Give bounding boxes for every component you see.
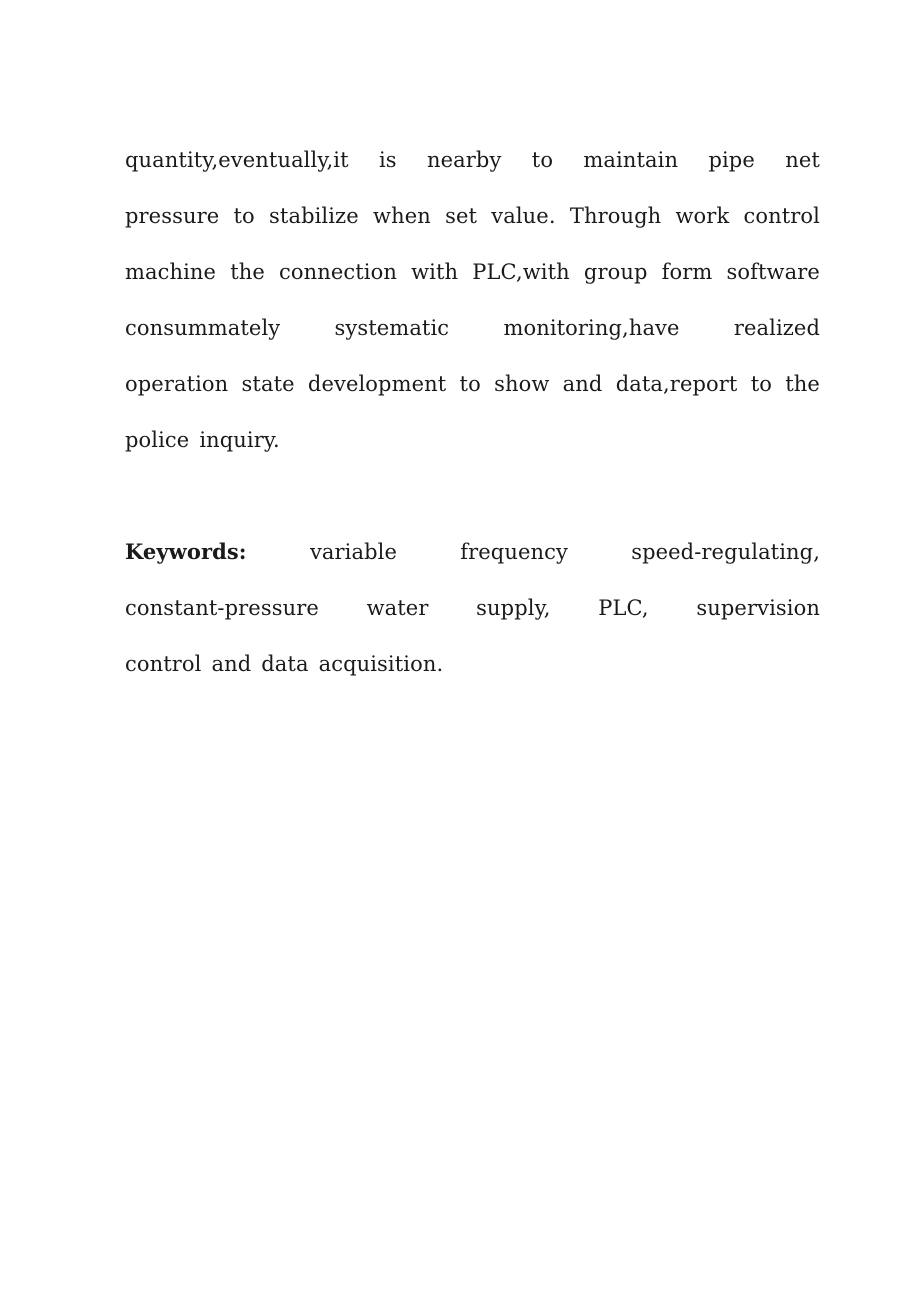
- text-word: frequency: [460, 540, 568, 564]
- text-word: PLC,: [598, 596, 649, 620]
- text-word: to: [531, 148, 554, 172]
- text-word: value.: [491, 204, 556, 228]
- text-word: acquisition.: [318, 652, 444, 676]
- document-page: quantity,eventually,it is nearby to maintain…: [0, 0, 920, 1300]
- text-word: work: [675, 204, 730, 228]
- text-word: is: [378, 148, 397, 172]
- text-word: and: [211, 652, 252, 676]
- text-word: group: [583, 260, 648, 284]
- text-word: variable: [309, 540, 397, 564]
- text-word: monitoring,have: [503, 316, 680, 340]
- text-word: net: [785, 148, 820, 172]
- text-word: data: [261, 652, 309, 676]
- text-word: to: [233, 204, 255, 228]
- text-word: to: [459, 372, 481, 396]
- text-word: PLC,with: [472, 260, 570, 284]
- text-word: pressure: [125, 204, 220, 228]
- text-word: nearby: [427, 148, 502, 172]
- text-word: consummately: [125, 316, 281, 340]
- text-word: with: [411, 260, 459, 284]
- text-line: pressure to stabilize when set value. Through w…: [125, 188, 820, 244]
- text-line: operation state development to show and data,r…: [125, 356, 820, 412]
- text-word: to: [750, 372, 772, 396]
- text-word: quantity,eventually,it: [125, 148, 349, 172]
- text-word: state: [241, 372, 295, 396]
- text-word: connection: [279, 260, 397, 284]
- text-word: inquiry.: [199, 428, 280, 452]
- text-word: pipe: [708, 148, 755, 172]
- text-line: constant-pressure water supply, PLC, supervi…: [125, 580, 820, 636]
- keywords-label: Keywords:: [125, 539, 247, 564]
- text-word: supervision: [696, 596, 820, 620]
- text-line: police inquiry.: [125, 412, 820, 468]
- text-word: data,report: [615, 372, 738, 396]
- text-word: set: [445, 204, 478, 228]
- text-word: supply,: [476, 596, 551, 620]
- text-word: police: [125, 428, 190, 452]
- text-word: the: [785, 372, 820, 396]
- text-word: when: [373, 204, 431, 228]
- text-word: and: [562, 372, 603, 396]
- text-word: operation: [125, 372, 229, 396]
- text-line: machine the connection with PLC,with group for…: [125, 244, 820, 300]
- text-word: software: [726, 260, 820, 284]
- text-line: control and data acquisition.: [125, 636, 820, 692]
- text-word: show: [494, 372, 550, 396]
- keywords-paragraph: Keywords: variable frequency speed-regulati…: [125, 524, 820, 692]
- text-line: Keywords: variable frequency speed-regulati…: [125, 524, 820, 580]
- text-word: Through: [569, 204, 662, 228]
- text-word: form: [661, 260, 713, 284]
- abstract-continuation-paragraph: quantity,eventually,it is nearby to maintain…: [125, 132, 820, 468]
- text-column: quantity,eventually,it is nearby to maintain…: [125, 132, 820, 692]
- text-word: systematic: [334, 316, 450, 340]
- text-word: stabilize: [269, 204, 359, 228]
- text-word: machine: [125, 260, 217, 284]
- text-word: maintain: [583, 148, 679, 172]
- text-word: control: [125, 652, 202, 676]
- text-word: water: [366, 596, 429, 620]
- text-line: consummately systematic monitoring,have rea…: [125, 300, 820, 356]
- text-word: the: [230, 260, 265, 284]
- text-word: control: [743, 204, 820, 228]
- text-word: speed-regulating,: [631, 540, 820, 564]
- text-line: quantity,eventually,it is nearby to maintain…: [125, 132, 820, 188]
- text-word: constant-pressure: [125, 596, 319, 620]
- text-word: development: [307, 372, 447, 396]
- text-word: realized: [733, 316, 820, 340]
